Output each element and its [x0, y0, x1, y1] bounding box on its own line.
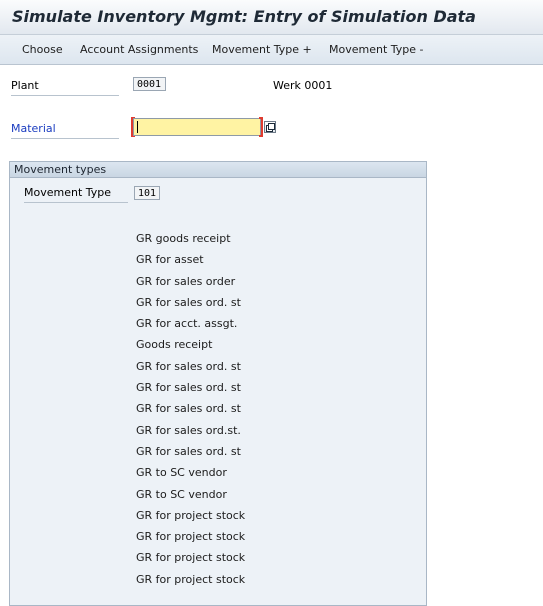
- material-label: Material: [11, 122, 56, 135]
- plant-value-field[interactable]: 0001: [133, 77, 166, 91]
- required-marker-right: [259, 117, 263, 137]
- plant-label-underline: [11, 95, 119, 96]
- movement-type-minus-button[interactable]: Movement Type -: [329, 43, 424, 56]
- material-input[interactable]: [133, 118, 261, 136]
- window-title: Simulate Inventory Mgmt: Entry of Simula…: [12, 7, 476, 26]
- list-item: GR for project stock: [136, 572, 246, 586]
- list-item: GR for sales ord. st: [136, 402, 241, 416]
- plant-label: Plant: [11, 79, 39, 92]
- text-cursor: [137, 121, 138, 133]
- list-item: GR for project stock: [136, 551, 246, 565]
- list-item: GR for sales ord. st: [136, 444, 241, 458]
- material-label-underline: [11, 138, 119, 139]
- account-assignments-button[interactable]: Account Assignments: [80, 43, 198, 56]
- list-item: GR for project stock: [136, 508, 246, 522]
- movement-type-field[interactable]: 101: [134, 186, 160, 200]
- movement-type-plus-button[interactable]: Movement Type +: [212, 43, 312, 56]
- movement-types-title: Movement types: [14, 163, 107, 176]
- movement-types-group: Movement types Movement Type 101 GR good…: [9, 161, 427, 606]
- list-item: GR to SC vendor: [136, 466, 227, 480]
- choose-button[interactable]: Choose: [22, 43, 63, 56]
- plant-description: Werk 0001: [273, 79, 333, 92]
- list-item: GR for sales order: [136, 274, 236, 288]
- application-toolbar: Choose Account Assignments Movement Type…: [0, 35, 543, 65]
- list-item: GR for sales ord. st: [136, 359, 241, 373]
- movement-types-body: Movement Type 101 GR goods receipt GR fo…: [10, 178, 426, 605]
- list-item: GR goods receipt: [136, 232, 231, 245]
- movement-types-header: Movement types: [10, 162, 426, 178]
- value-help-button[interactable]: [264, 121, 276, 133]
- value-help-icon: [266, 123, 275, 132]
- list-item: GR for acct. assgt.: [136, 317, 238, 331]
- movement-type-label: Movement Type: [24, 186, 112, 199]
- title-bar: Simulate Inventory Mgmt: Entry of Simula…: [0, 0, 543, 35]
- list-item: GR for sales ord.st.: [136, 423, 241, 437]
- list-item: GR for asset: [136, 253, 204, 267]
- list-item: GR for project stock: [136, 530, 246, 544]
- list-item: Goods receipt: [136, 338, 213, 352]
- movement-type-description-list: GR goods receipt GR for asset GR for sal…: [136, 228, 245, 590]
- list-item: GR for sales ord. st: [136, 295, 241, 309]
- list-item: GR to SC vendor: [136, 487, 227, 501]
- main-content: Plant 0001 Werk 0001 Material Movement t…: [0, 65, 543, 606]
- list-item: GR for sales ord. st: [136, 381, 241, 395]
- movement-type-label-underline: [24, 202, 128, 203]
